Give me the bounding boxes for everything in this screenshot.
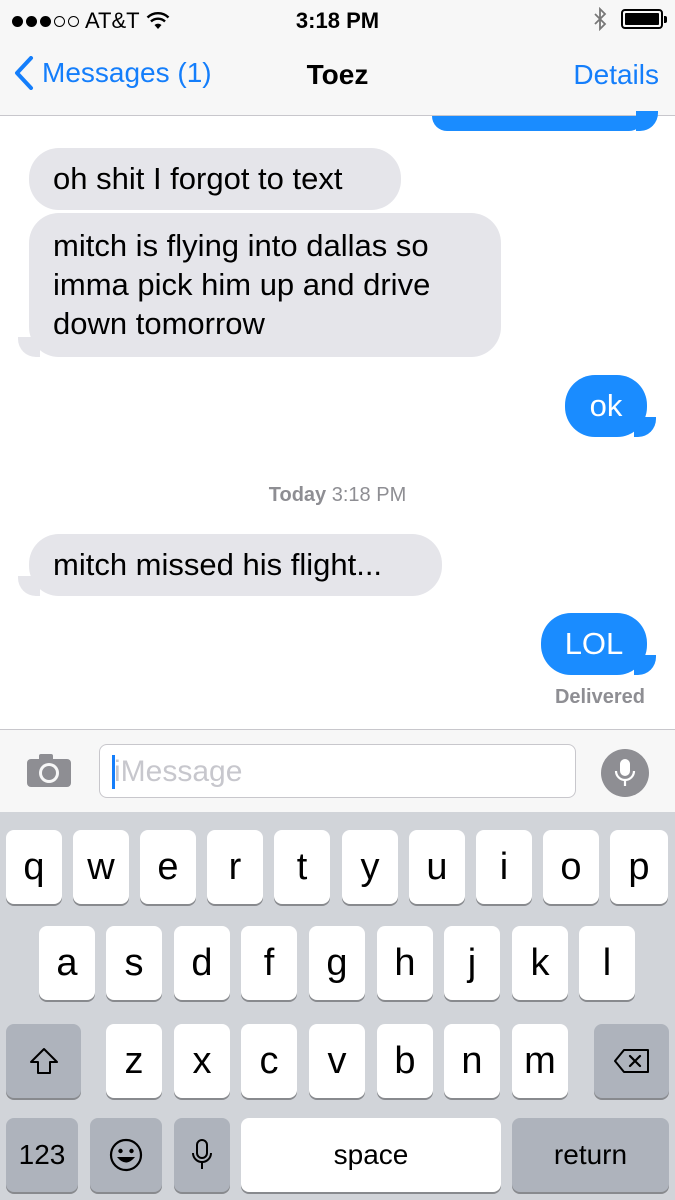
timestamp-time: 3:18 PM — [331, 484, 407, 506]
key-k[interactable]: k — [512, 926, 568, 1000]
key-f[interactable]: f — [241, 926, 297, 1000]
emoji-key[interactable] — [90, 1118, 162, 1192]
keyboard: q w e r t y u i o p a s d f g h j k l z … — [0, 812, 675, 1200]
camera-icon[interactable] — [26, 752, 72, 788]
bluetooth-icon — [594, 7, 607, 31]
key-s[interactable]: s — [106, 926, 162, 1000]
backspace-icon — [613, 1049, 649, 1073]
key-j[interactable]: j — [444, 926, 500, 1000]
battery-icon — [621, 9, 667, 29]
status-time: 3:18 PM — [295, 8, 380, 33]
key-r[interactable]: r — [207, 830, 263, 904]
key-d[interactable]: d — [174, 926, 230, 1000]
delete-key[interactable] — [594, 1024, 669, 1098]
back-button[interactable]: Messages (1) — [14, 56, 212, 90]
message-bubble-incoming[interactable]: oh shit I forgot to text — [29, 148, 401, 210]
key-t[interactable]: t — [274, 830, 330, 904]
dictation-key[interactable] — [174, 1118, 230, 1192]
delivery-status: Delivered — [554, 686, 645, 708]
key-g[interactable]: g — [309, 926, 365, 1000]
status-bar: AT&T 3:18 PM — [0, 0, 675, 40]
key-o[interactable]: o — [543, 830, 599, 904]
message-bubble-partial — [432, 116, 644, 131]
microphone-icon — [192, 1139, 212, 1169]
key-b[interactable]: b — [377, 1024, 433, 1098]
key-l[interactable]: l — [579, 926, 635, 1000]
key-q[interactable]: q — [6, 830, 62, 904]
key-x[interactable]: x — [174, 1024, 230, 1098]
compose-bar: iMessage — [0, 729, 675, 812]
key-n[interactable]: n — [444, 1024, 500, 1098]
key-m[interactable]: m — [512, 1024, 568, 1098]
key-e[interactable]: e — [140, 830, 196, 904]
key-c[interactable]: c — [241, 1024, 297, 1098]
message-bubble-outgoing[interactable]: ok — [565, 375, 647, 437]
key-y[interactable]: y — [342, 830, 398, 904]
nav-bar: Messages (1) Toez Details — [0, 40, 675, 116]
space-key[interactable]: space — [241, 1118, 501, 1192]
key-w[interactable]: w — [73, 830, 129, 904]
return-key[interactable]: return — [512, 1118, 669, 1192]
key-i[interactable]: i — [476, 830, 532, 904]
key-u[interactable]: u — [409, 830, 465, 904]
back-label: Messages (1) — [42, 57, 212, 88]
key-p[interactable]: p — [610, 830, 668, 904]
message-bubble-incoming[interactable]: mitch missed his flight... — [29, 534, 442, 596]
timestamp-day: Today — [268, 484, 327, 506]
timestamp: Today 3:18 PM — [0, 484, 675, 507]
details-button[interactable]: Details — [573, 59, 659, 91]
message-bubble-outgoing[interactable]: LOL — [541, 613, 647, 675]
key-h[interactable]: h — [377, 926, 433, 1000]
chevron-left-icon — [15, 56, 33, 90]
message-bubble-incoming[interactable]: mitch is flying into dallas so imma pick… — [29, 213, 501, 357]
shift-key[interactable] — [6, 1024, 81, 1098]
microphone-icon — [614, 759, 636, 786]
key-v[interactable]: v — [309, 1024, 365, 1098]
numbers-key[interactable]: 123 — [6, 1118, 78, 1192]
bubble-tail — [636, 111, 658, 131]
imessage-input[interactable]: iMessage — [99, 744, 576, 798]
key-a[interactable]: a — [39, 926, 95, 1000]
emoji-icon — [109, 1138, 143, 1172]
dictation-button[interactable] — [601, 749, 649, 797]
imessage-placeholder: iMessage — [114, 755, 243, 788]
key-z[interactable]: z — [106, 1024, 162, 1098]
shift-arrow-icon — [29, 1048, 58, 1074]
